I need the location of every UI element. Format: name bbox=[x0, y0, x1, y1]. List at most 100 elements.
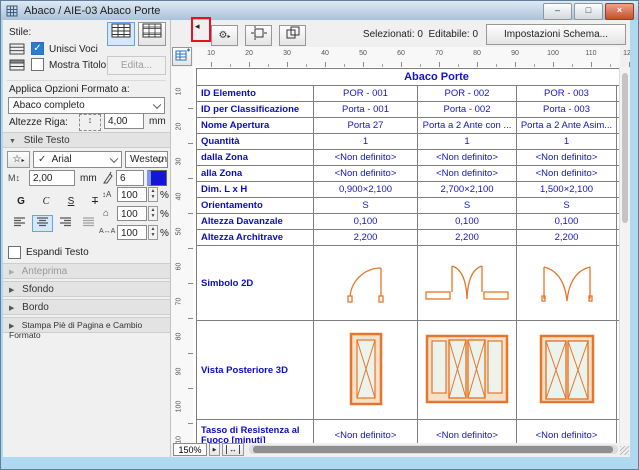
schedule-row-label[interactable]: Tasso di Resistenza al Fuoco [minuti] bbox=[197, 420, 314, 444]
schedule-cell[interactable]: <Non definito> bbox=[314, 420, 418, 444]
schedule-cell[interactable]: 0,100 bbox=[314, 214, 418, 230]
mostra-titolo-checkbox[interactable] bbox=[31, 58, 44, 71]
applica-select[interactable]: Abaco completo bbox=[8, 97, 165, 114]
schedule-cell[interactable]: Porta - 003 bbox=[517, 102, 617, 118]
schedule-cell[interactable]: 0,100 bbox=[517, 214, 617, 230]
schedule-cell[interactable]: <Non definito> bbox=[517, 150, 617, 166]
schedule-cell[interactable]: POR - 003 bbox=[517, 86, 617, 102]
style-view-compact-button[interactable] bbox=[107, 22, 135, 46]
bordo-section-header[interactable]: ▶ Bordo bbox=[3, 299, 170, 315]
schedule-row-label[interactable]: Nome Apertura bbox=[197, 118, 314, 134]
letter-spacing-input[interactable]: 100 bbox=[117, 225, 147, 240]
schedule-cell[interactable]: <Non definito> bbox=[314, 166, 418, 182]
style-view-spaced-button[interactable] bbox=[138, 22, 166, 46]
schedule-cell[interactable]: <Non definito> bbox=[418, 150, 517, 166]
schedule-cell[interactable] bbox=[418, 321, 517, 420]
schedule-cell[interactable]: 1 bbox=[314, 134, 418, 150]
title-bar[interactable]: Abaco / AIE-03 Abaco Porte – □ × bbox=[1, 1, 638, 21]
fit-all-cells-button[interactable] bbox=[279, 25, 306, 46]
schedule-cell[interactable]: 0,100 bbox=[418, 214, 517, 230]
vertical-scrollbar-thumb[interactable] bbox=[622, 73, 628, 223]
horizontal-scrollbar[interactable] bbox=[249, 445, 618, 454]
close-button[interactable]: × bbox=[605, 3, 634, 20]
schedule-row-label[interactable]: Quantità bbox=[197, 134, 314, 150]
options-gear-button[interactable]: ⚙▸ bbox=[211, 25, 238, 46]
schedule-cell[interactable]: 0,900×2,100 bbox=[314, 182, 418, 198]
align-left-button[interactable] bbox=[9, 215, 30, 232]
pen-color-swatch[interactable] bbox=[147, 170, 167, 186]
align-justify-button[interactable] bbox=[78, 215, 99, 232]
schedule-cell[interactable]: <Non definito> bbox=[517, 420, 617, 444]
schedule-cell[interactable]: <Non definito> bbox=[314, 150, 418, 166]
font-script-select[interactable]: Western bbox=[125, 151, 168, 168]
schedule-cell[interactable]: Porta a 2 Ante con ... bbox=[418, 118, 517, 134]
schedule-row-label[interactable]: Altezza Architrave bbox=[197, 230, 314, 246]
schedule-cell[interactable]: S bbox=[418, 198, 517, 214]
schedule-cell[interactable] bbox=[314, 246, 418, 321]
schedule-row-label[interactable]: ID Elemento bbox=[197, 86, 314, 102]
width-factor-input[interactable]: 100 bbox=[117, 206, 147, 221]
schedule-row-label[interactable]: Simbolo 2D bbox=[197, 246, 314, 321]
schedule-row-label[interactable]: Altezza Davanzale bbox=[197, 214, 314, 230]
line-spacing-input[interactable]: 100 bbox=[117, 187, 147, 202]
letter-spacing-stepper[interactable]: ▲▼ bbox=[148, 225, 158, 240]
schedule-cell[interactable]: 2,200 bbox=[418, 230, 517, 246]
schedule-row-label[interactable]: Orientamento bbox=[197, 198, 314, 214]
favorites-button[interactable]: ☆▸ bbox=[7, 151, 30, 168]
minimize-button[interactable]: – bbox=[543, 3, 572, 20]
row-height-input[interactable]: 4,00 bbox=[104, 113, 144, 129]
edita-button[interactable]: Edita... bbox=[107, 56, 166, 75]
schedule-row-label[interactable]: alla Zona bbox=[197, 166, 314, 182]
schedule-canvas[interactable]: Abaco Porte ID ElementoPOR - 001POR - 00… bbox=[193, 67, 620, 443]
schedule-cell[interactable]: 2,200 bbox=[314, 230, 418, 246]
schedule-cell[interactable]: 2,700×2,100 bbox=[418, 182, 517, 198]
maximize-button[interactable]: □ bbox=[574, 3, 603, 20]
schedule-cell[interactable]: S bbox=[517, 198, 617, 214]
schedule-cell[interactable] bbox=[517, 246, 617, 321]
underline-button[interactable]: S bbox=[61, 192, 81, 211]
schedule-cell[interactable]: POR - 002 bbox=[418, 86, 517, 102]
schedule-cell[interactable]: 2,200 bbox=[517, 230, 617, 246]
bold-button[interactable]: G bbox=[11, 192, 31, 211]
schedule-row-label[interactable]: Vista Posteriore 3D bbox=[197, 321, 314, 420]
horizontal-scrollbar-thumb[interactable] bbox=[253, 446, 613, 453]
unisci-voci-checkbox[interactable]: ✓ bbox=[31, 42, 44, 55]
impostazioni-schema-button[interactable]: Impostazioni Schema... bbox=[486, 24, 626, 45]
fit-width-button[interactable]: ↔ bbox=[222, 443, 244, 456]
schedule-cell[interactable]: <Non definito> bbox=[418, 420, 517, 444]
schedule-cell[interactable]: Porta - 002 bbox=[418, 102, 517, 118]
stile-testo-section-header[interactable]: ▼ Stile Testo bbox=[3, 132, 170, 148]
align-center-button[interactable] bbox=[32, 215, 53, 232]
width-factor-stepper[interactable]: ▲▼ bbox=[148, 206, 158, 221]
schedule-cell[interactable] bbox=[517, 321, 617, 420]
schedule-cell[interactable]: 1 bbox=[517, 134, 617, 150]
espandi-testo-checkbox[interactable] bbox=[8, 246, 21, 259]
zoom-level-input[interactable]: 150% bbox=[173, 443, 207, 456]
schedule-cell[interactable]: 1,500×2,100 bbox=[517, 182, 617, 198]
sfondo-section-header[interactable]: ▶ Sfondo bbox=[3, 281, 170, 297]
schedule-cell[interactable]: 1 bbox=[418, 134, 517, 150]
schedule-cell[interactable]: POR - 001 bbox=[314, 86, 418, 102]
anteprima-section-header[interactable]: ▶ Anteprima bbox=[3, 263, 170, 279]
schedule-cell[interactable]: <Non definito> bbox=[517, 166, 617, 182]
schedule-cell[interactable]: <Non definito> bbox=[418, 166, 517, 182]
line-spacing-stepper[interactable]: ▲▼ bbox=[148, 187, 158, 202]
fit-one-cell-button[interactable] bbox=[245, 25, 272, 46]
schedule-cell[interactable]: S bbox=[314, 198, 418, 214]
schedule-cell[interactable] bbox=[418, 246, 517, 321]
vertical-scrollbar[interactable] bbox=[619, 67, 630, 443]
schedule-row-label[interactable]: ID per Classificazione bbox=[197, 102, 314, 118]
schedule-row-label[interactable]: dalla Zona bbox=[197, 150, 314, 166]
table-options-corner-button[interactable] bbox=[172, 47, 192, 66]
schedule-title[interactable]: Abaco Porte bbox=[197, 69, 621, 86]
font-select[interactable]: ✓ Arial bbox=[33, 151, 122, 168]
stampa-section-header[interactable]: ▶ Stampa Piè di Pagina e Cambio Formato bbox=[3, 317, 170, 333]
schedule-cell[interactable] bbox=[314, 321, 418, 420]
zoom-menu-button[interactable]: ▶ bbox=[209, 443, 220, 456]
schedule-cell[interactable]: Porta a 2 Ante Asim... bbox=[517, 118, 617, 134]
resize-grip[interactable] bbox=[620, 446, 629, 455]
schedule-row-label[interactable]: Dim. L x H bbox=[197, 182, 314, 198]
pen-number-input[interactable]: 6 bbox=[116, 170, 144, 186]
schedule-cell[interactable]: Porta 27 bbox=[314, 118, 418, 134]
font-size-input[interactable]: 2,00 bbox=[29, 170, 75, 186]
